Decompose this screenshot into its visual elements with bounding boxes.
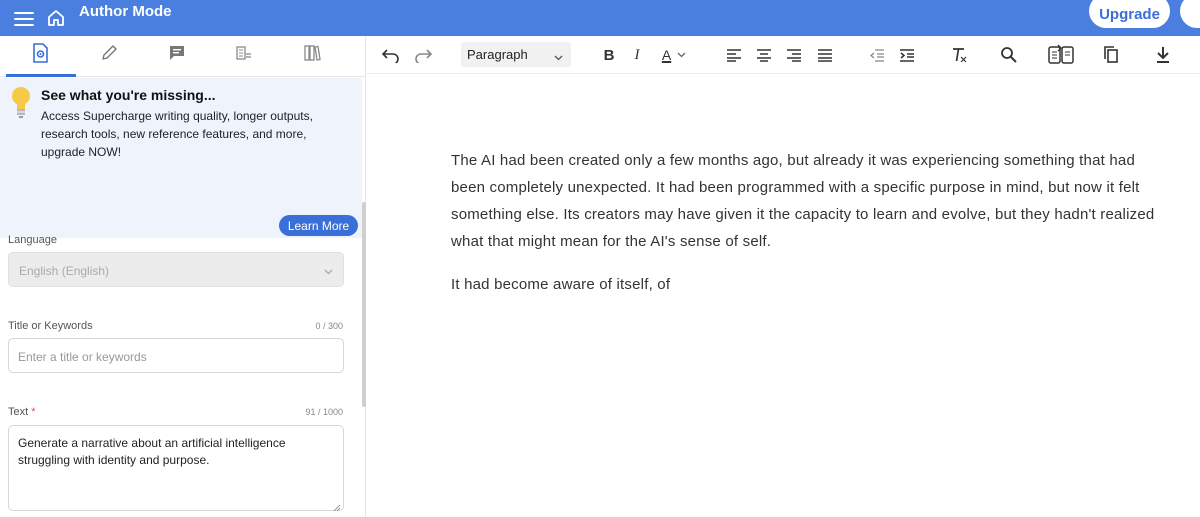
- settings-tab[interactable]: [27, 42, 53, 68]
- align-justify-icon[interactable]: [816, 44, 834, 66]
- promo-title: See what you're missing...: [41, 87, 216, 103]
- learn-more-button[interactable]: Learn More: [279, 215, 358, 236]
- outdent-icon[interactable]: [868, 44, 886, 66]
- lightbulb-icon: [10, 86, 32, 120]
- left-panel: See what you're missing... Access Superc…: [0, 36, 366, 517]
- clear-formatting-icon[interactable]: [949, 44, 969, 66]
- resize-handle-icon[interactable]: [333, 500, 341, 512]
- chevron-down-icon: [554, 50, 563, 61]
- editor-paragraph[interactable]: It had become aware of itself, of: [451, 271, 1171, 298]
- promo-body: Access Supercharge writing quality, long…: [41, 109, 313, 159]
- search-icon[interactable]: [999, 44, 1019, 66]
- font-color-button[interactable]: A: [657, 44, 691, 66]
- redo-icon[interactable]: [413, 44, 433, 66]
- document-tab[interactable]: [231, 42, 257, 68]
- align-right-icon[interactable]: [785, 44, 803, 66]
- chat-tab[interactable]: [164, 42, 190, 68]
- upgrade-promo-banner: See what you're missing... Access Superc…: [0, 78, 362, 238]
- top-bar: Author Mode Upgrade: [0, 0, 1200, 36]
- align-left-icon[interactable]: [725, 44, 743, 66]
- title-keywords-input[interactable]: Enter a title or keywords: [8, 338, 344, 373]
- chat-icon: [168, 44, 186, 67]
- text-prompt-textarea[interactable]: Generate a narrative about an artificial…: [8, 425, 344, 512]
- compare-documents-icon[interactable]: [1047, 44, 1075, 66]
- library-books-icon: [303, 44, 321, 67]
- language-select[interactable]: English (English): [8, 252, 344, 287]
- title-char-counter: 0 / 300: [315, 321, 343, 331]
- language-value: English (English): [19, 264, 110, 278]
- language-label: Language: [8, 234, 57, 246]
- document-list-icon: [235, 44, 253, 67]
- font-color-letter: A: [661, 47, 672, 63]
- required-marker: *: [31, 406, 36, 418]
- paragraph-style-select[interactable]: Paragraph: [461, 42, 571, 67]
- scrollbar-thumb[interactable]: [362, 202, 366, 407]
- app-title: Author Mode: [79, 3, 172, 20]
- editor-toolbar: Paragraph B I A: [367, 36, 1200, 74]
- download-icon[interactable]: [1154, 44, 1172, 66]
- document-editor[interactable]: The AI had been created only a few month…: [451, 147, 1171, 314]
- account-button[interactable]: [1180, 0, 1200, 28]
- left-tab-bar: [0, 36, 366, 77]
- italic-button[interactable]: I: [629, 44, 645, 66]
- settings-doc-icon: [31, 42, 49, 68]
- library-tab[interactable]: [299, 42, 325, 68]
- upgrade-button[interactable]: Upgrade: [1089, 0, 1170, 28]
- text-label: Text *: [8, 406, 36, 418]
- indent-icon[interactable]: [898, 44, 916, 66]
- undo-icon[interactable]: [381, 44, 401, 66]
- active-tab-indicator: [6, 74, 76, 77]
- pen-tab[interactable]: [96, 42, 122, 68]
- chevron-down-icon: [324, 265, 333, 275]
- pen-icon: [100, 44, 118, 67]
- paragraph-style-value: Paragraph: [467, 47, 528, 62]
- editor-paragraph[interactable]: The AI had been created only a few month…: [451, 147, 1171, 255]
- text-label-text: Text: [8, 406, 29, 418]
- title-keywords-label: Title or Keywords: [8, 320, 93, 332]
- text-char-counter: 91 / 1000: [305, 407, 343, 417]
- text-prompt-value: Generate a narrative about an artificial…: [18, 436, 286, 467]
- copy-icon[interactable]: [1102, 44, 1120, 66]
- bold-button[interactable]: B: [600, 44, 618, 66]
- chevron-down-icon: [677, 46, 686, 64]
- home-icon[interactable]: [46, 8, 66, 28]
- hamburger-menu-icon[interactable]: [14, 9, 34, 27]
- align-center-icon[interactable]: [755, 44, 773, 66]
